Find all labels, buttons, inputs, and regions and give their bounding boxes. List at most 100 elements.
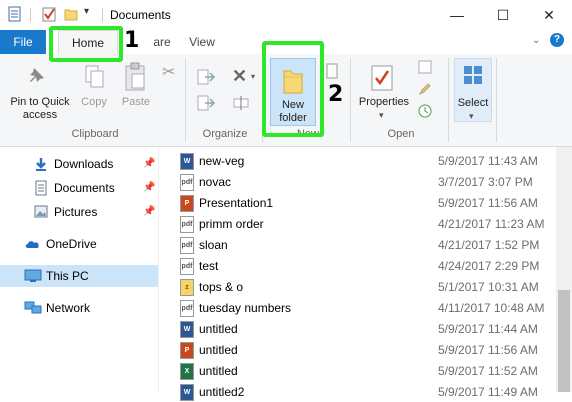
ribbon-separator <box>448 58 449 142</box>
edit-icon[interactable] <box>418 82 432 96</box>
file-name: untitled <box>199 364 238 378</box>
file-date: 4/21/2017 11:23 AM <box>438 217 545 231</box>
checkmark-quick-icon[interactable] <box>42 6 56 22</box>
history-icon[interactable] <box>418 104 432 118</box>
copy-icon <box>85 65 104 88</box>
documents-icon <box>35 180 47 196</box>
file-row[interactable]: Xuntitled 5/9/2017 11:52 AM <box>176 360 556 381</box>
ribbon-separator <box>350 58 351 142</box>
navigation-pane: Downloads 📌 Documents 📌 Pictures 📌 OneDr… <box>0 147 158 392</box>
word-file-icon: W <box>180 321 194 338</box>
copy-button[interactable]: Copy <box>76 96 112 109</box>
file-row[interactable]: pdf novac 3/7/2017 3:07 PM <box>176 171 556 192</box>
file-date: 3/7/2017 3:07 PM <box>438 175 533 189</box>
file-date: 4/24/2017 2:29 PM <box>438 259 540 273</box>
file-name: tops & o <box>199 280 244 294</box>
maximize-button[interactable]: ☐ <box>480 0 526 30</box>
pane-divider[interactable] <box>158 147 159 392</box>
pin-label-line2: access <box>22 109 58 121</box>
tab-file[interactable]: File <box>0 30 46 54</box>
pdf-file-icon: pdf <box>180 216 194 233</box>
file-name: tuesday numbers <box>199 301 292 315</box>
delete-dropdown-icon[interactable]: ▾ <box>251 72 255 81</box>
scrollbar-thumb[interactable] <box>558 290 570 392</box>
file-name: untitled <box>199 343 238 357</box>
pin-icon[interactable]: 📌 <box>143 182 155 193</box>
cut-icon[interactable]: ✂ <box>162 62 175 82</box>
nav-item-downloads[interactable]: Downloads 📌 <box>0 153 158 175</box>
step-1-label: 1 <box>124 28 140 53</box>
nav-label: OneDrive <box>46 237 97 251</box>
new-item-icon[interactable] <box>324 62 340 80</box>
home-tab-highlight <box>49 26 123 62</box>
close-button[interactable]: ✕ <box>526 0 572 30</box>
ribbon-expand-icon[interactable]: ⌄ <box>532 35 540 46</box>
new-folder-highlight <box>262 41 324 137</box>
file-date: 5/9/2017 11:49 AM <box>438 385 538 399</box>
file-row[interactable]: Puntitled 5/9/2017 11:56 AM <box>176 339 556 360</box>
help-icon[interactable]: ? <box>550 33 564 47</box>
nav-label: Pictures <box>54 205 98 219</box>
tab-view[interactable]: View <box>182 30 222 54</box>
move-to-icon[interactable] <box>196 68 216 86</box>
file-date: 5/9/2017 11:56 AM <box>438 196 538 210</box>
nav-item-onedrive[interactable]: OneDrive <box>0 233 158 255</box>
file-row[interactable]: Wnew-veg 5/9/2017 11:43 AM <box>176 150 556 171</box>
step-2-label: 2 <box>328 82 344 107</box>
new-folder-quick-icon[interactable] <box>64 6 78 22</box>
select-button[interactable]: Select ▾ <box>454 58 492 122</box>
clipboard-group-label: Clipboard <box>71 128 119 140</box>
file-name: new-veg <box>199 154 245 168</box>
network-icon <box>24 301 42 314</box>
select-dropdown-icon: ▾ <box>469 111 474 121</box>
file-row[interactable]: P Presentation1 5/9/2017 11:56 AM <box>176 192 556 213</box>
tab-share[interactable]: are <box>142 30 182 54</box>
properties-button[interactable]: Properties <box>354 96 414 109</box>
pin-icon[interactable]: 📌 <box>143 206 155 217</box>
word-file-icon: W <box>180 153 194 170</box>
properties-icon <box>371 65 393 91</box>
nav-item-network[interactable]: Network <box>0 297 158 319</box>
nav-item-pictures[interactable]: Pictures 📌 <box>0 201 158 223</box>
pin-icon[interactable]: 📌 <box>143 158 155 169</box>
properties-dropdown-icon[interactable]: ▾ <box>379 110 384 121</box>
window-title: Documents <box>110 8 171 22</box>
qa-customize-icon[interactable]: ▾ <box>84 6 89 17</box>
file-date: 5/9/2017 11:56 AM <box>438 343 538 357</box>
paste-button[interactable]: Paste <box>118 96 154 109</box>
copy-to-icon[interactable] <box>196 94 216 112</box>
file-row[interactable]: pdf sloan 4/21/2017 1:52 PM <box>176 234 556 255</box>
pin-icon <box>30 68 44 82</box>
title-separator <box>102 8 103 22</box>
file-row[interactable]: pdf tuesday numbers 4/11/2017 10:48 AM <box>176 297 556 318</box>
nav-label: Documents <box>54 181 115 195</box>
nav-label: Downloads <box>54 157 114 171</box>
excel-file-icon: X <box>180 363 194 380</box>
file-name: sloan <box>199 238 228 252</box>
file-date: 5/9/2017 11:52 AM <box>438 364 538 378</box>
qa-separator <box>30 8 31 22</box>
pdf-file-icon: pdf <box>180 174 194 191</box>
file-row[interactable]: z tops & o 5/1/2017 10:31 AM <box>176 276 556 297</box>
file-date: 5/9/2017 11:44 AM <box>438 322 538 336</box>
file-row[interactable]: pdf primm order 4/21/2017 11:23 AM <box>176 213 556 234</box>
rename-icon[interactable] <box>232 94 252 112</box>
nav-item-this-pc[interactable]: This PC <box>0 265 158 287</box>
properties-quick-icon[interactable] <box>8 6 22 22</box>
onedrive-icon <box>25 241 39 248</box>
ribbon-separator <box>185 58 186 142</box>
nav-item-documents[interactable]: Documents 📌 <box>0 177 158 199</box>
select-icon <box>464 66 482 84</box>
paste-icon <box>125 62 145 91</box>
select-label: Select <box>457 97 489 109</box>
powerpoint-file-icon: P <box>180 195 194 212</box>
open-icon[interactable] <box>418 60 432 74</box>
organize-group-label: Organize <box>202 128 248 140</box>
file-row[interactable]: pdf test 4/24/2017 2:29 PM <box>176 255 556 276</box>
file-row[interactable]: Wuntitled 5/9/2017 11:44 AM <box>176 318 556 339</box>
delete-icon[interactable]: ✕ <box>232 66 247 87</box>
minimize-button[interactable]: — <box>434 0 480 30</box>
file-date: 5/9/2017 11:43 AM <box>438 154 538 168</box>
pin-to-quick-access-button[interactable]: Pin to Quick access <box>4 96 76 122</box>
ribbon-separator <box>496 58 497 142</box>
